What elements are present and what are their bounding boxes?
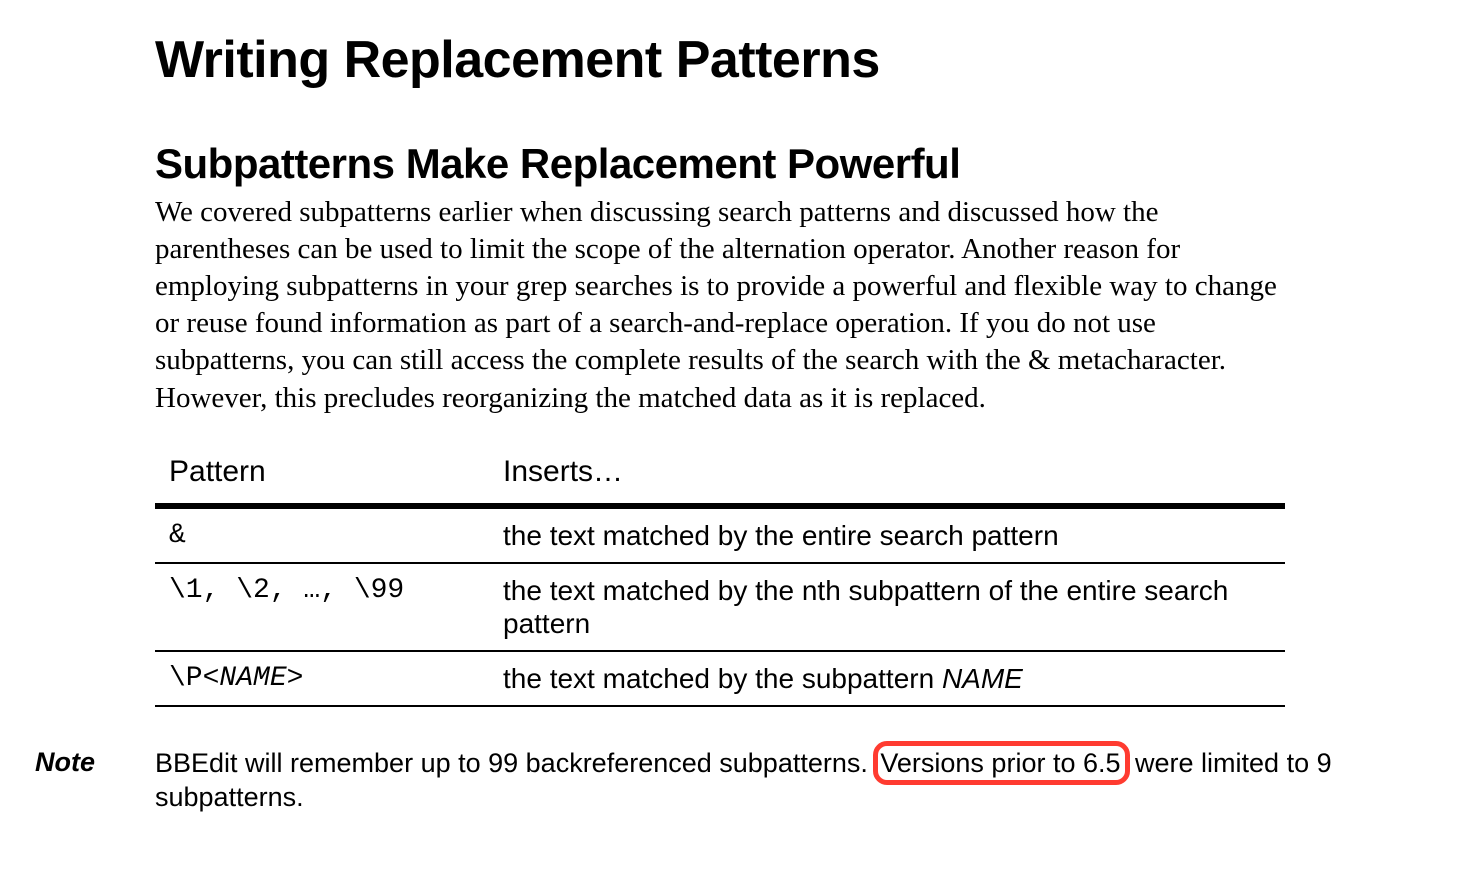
table-row: & the text matched by the entire search … xyxy=(155,506,1285,563)
table-header-inserts: Inserts… xyxy=(489,447,1285,506)
cell-pattern: \1, \2, …, \99 xyxy=(155,563,489,651)
note-text: BBEdit will remember up to 99 backrefere… xyxy=(155,747,1465,815)
page-title: Writing Replacement Patterns xyxy=(155,30,1305,90)
cell-pattern-prefix: \P< xyxy=(169,663,219,694)
cell-pattern: \P<NAME> xyxy=(155,651,489,706)
note-text-before: BBEdit will remember up to 99 backrefere… xyxy=(155,748,875,778)
table-header-row: Pattern Inserts… xyxy=(155,447,1285,506)
pattern-table: Pattern Inserts… & the text matched by t… xyxy=(155,447,1285,707)
cell-pattern: & xyxy=(155,506,489,563)
cell-pattern-suffix: > xyxy=(287,663,304,694)
intro-paragraph: We covered subpatterns earlier when disc… xyxy=(155,194,1300,417)
table-row: \P<NAME> the text matched by the subpatt… xyxy=(155,651,1285,706)
table-header-pattern: Pattern xyxy=(155,447,489,506)
document-page: Writing Replacement Patterns Subpatterns… xyxy=(0,0,1465,889)
cell-inserts: the text matched by the entire search pa… xyxy=(489,506,1285,563)
cell-inserts: the text matched by the subpattern NAME xyxy=(489,651,1285,706)
cell-pattern-name: NAME xyxy=(219,663,286,694)
content-column: Writing Replacement Patterns Subpatterns… xyxy=(155,30,1305,707)
cell-inserts-name: NAME xyxy=(942,663,1023,694)
cell-inserts: the text matched by the nth subpattern o… xyxy=(489,563,1285,651)
annotation-highlight: Versions prior to 6.5 xyxy=(873,741,1129,785)
cell-inserts-prefix: the text matched by the subpattern xyxy=(503,663,942,694)
note-block: Note BBEdit will remember up to 99 backr… xyxy=(0,747,1465,815)
section-heading: Subpatterns Make Replacement Powerful xyxy=(155,140,1305,188)
note-label: Note xyxy=(35,747,120,778)
table-row: \1, \2, …, \99 the text matched by the n… xyxy=(155,563,1285,651)
